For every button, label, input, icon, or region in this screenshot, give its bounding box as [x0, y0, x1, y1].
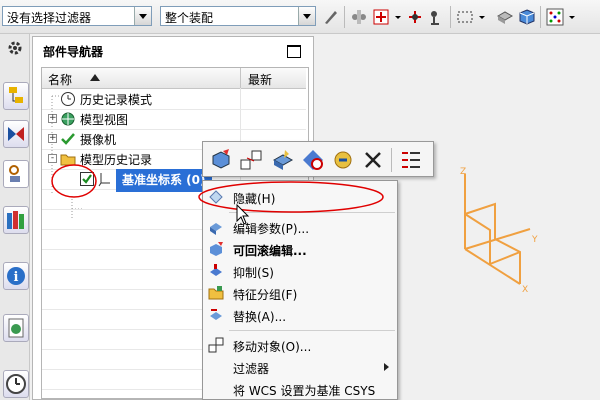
inference-icon[interactable]: [428, 8, 446, 26]
expand-toggle[interactable]: +: [48, 114, 57, 123]
edit-params-icon[interactable]: [271, 148, 295, 172]
toolbar-separator: [391, 148, 392, 172]
rollback-edit-icon: [210, 242, 223, 256]
menu-item-label: 特征分组(F): [233, 288, 298, 302]
main-toolbar: 没有选择过滤器 整个装配: [0, 0, 600, 34]
clock-icon: [61, 92, 75, 106]
tree-row-label: 摄像机: [80, 133, 117, 147]
selection-filter-value: 没有选择过滤器: [7, 11, 92, 25]
info-tab[interactable]: i: [3, 262, 29, 290]
delete-icon[interactable]: [361, 148, 385, 172]
chevron-down-icon[interactable]: [134, 7, 151, 25]
constraint-navigator-icon: [8, 127, 24, 141]
information-list-icon[interactable]: [399, 148, 423, 172]
suppress-icon: [210, 264, 222, 276]
toolbar-separator: [344, 6, 345, 28]
expand-toggle[interactable]: +: [48, 134, 57, 143]
menu-item-suppress[interactable]: 抑制(S): [203, 260, 397, 282]
assembly-scope-value: 整个装配: [165, 11, 214, 25]
assembly-navigator-tab[interactable]: [3, 82, 29, 110]
datum-csys-icon: [98, 173, 110, 187]
red-point-icon[interactable]: [406, 8, 424, 26]
chevron-down-icon[interactable]: [394, 8, 402, 26]
menu-item-set-wcs[interactable]: 将 WCS 设置为基准 CSYS: [203, 378, 397, 400]
snap-grid-icon[interactable]: [546, 8, 564, 26]
tree-row-label: 模型视图: [80, 113, 129, 127]
edit-with-rollback-icon[interactable]: [209, 148, 233, 172]
menu-item-replace[interactable]: 替换(A)...: [203, 304, 397, 326]
chevron-down-icon[interactable]: [568, 8, 576, 26]
toolbar-separator: [540, 6, 541, 28]
mouse-cursor-icon: [236, 204, 250, 225]
panel-title: 部件导航器: [43, 45, 104, 59]
menu-separator: [229, 330, 395, 331]
info-icon: i: [7, 267, 25, 285]
menu-item-feature-group[interactable]: 特征分组(F): [203, 282, 397, 304]
replace-icon: [210, 309, 222, 320]
maximize-icon[interactable]: [287, 45, 301, 58]
menu-item-label: 将 WCS 设置为基准 CSYS: [233, 384, 376, 398]
chevron-down-icon[interactable]: [478, 8, 486, 26]
resource-bar: i: [0, 34, 30, 400]
radial-mini-toolbar: [202, 141, 434, 177]
history-tab[interactable]: [3, 370, 29, 398]
suppress-icon[interactable]: [301, 148, 325, 172]
annotation-ellipse: [198, 181, 384, 213]
assembly-navigator-icon: [9, 87, 23, 103]
cube-icon[interactable]: [518, 8, 536, 26]
annotation-circle: [51, 164, 97, 198]
menu-item-label: 抑制(S): [233, 266, 274, 280]
tree-row-label: 历史记录模式: [80, 93, 153, 107]
move-object-icon[interactable]: [239, 148, 263, 172]
pencil-icon[interactable]: [322, 8, 340, 26]
toolbar-separator: [450, 6, 451, 28]
snap-point-icon[interactable]: [350, 8, 368, 26]
assembly-scope-dropdown[interactable]: 整个装配: [160, 6, 316, 26]
menu-item-filter[interactable]: 过滤器: [203, 356, 397, 378]
edit-params-icon: [210, 223, 222, 235]
menu-item-label: 可回滚编辑...: [233, 244, 307, 258]
menu-item-edit-parameters[interactable]: 编辑参数(P)...: [203, 216, 397, 238]
menu-item-label: 替换(A)...: [233, 310, 287, 324]
tree-row[interactable]: + 模型视图: [42, 109, 306, 130]
rectangle-select-icon[interactable]: [456, 8, 474, 26]
x-axis-label: X: [522, 285, 528, 294]
menu-item-rollback-edit[interactable]: 可回滚编辑...: [203, 238, 397, 260]
books-icon: [7, 211, 24, 229]
globe-document-icon: [8, 318, 24, 338]
svg-text:i: i: [14, 270, 19, 285]
submenu-arrow-icon: [384, 363, 389, 371]
selection-filter-dropdown[interactable]: 没有选择过滤器: [2, 6, 152, 26]
z-axis-label: Z: [460, 167, 466, 177]
menu-item-move-object[interactable]: 移动对象(O)...: [203, 334, 397, 356]
datum-csys-graphic: Z Y X: [460, 167, 538, 294]
menu-item-label: 过滤器: [233, 362, 270, 376]
tree-row[interactable]: 历史记录模式: [42, 89, 306, 110]
constraint-navigator-tab[interactable]: [3, 120, 29, 148]
feature-group-icon: [208, 286, 224, 300]
chevron-down-icon[interactable]: [298, 7, 315, 25]
web-browser-tab[interactable]: [3, 314, 29, 342]
y-axis-label: Y: [531, 235, 538, 245]
shaded-part-icon[interactable]: [496, 8, 514, 26]
part-navigator-tab[interactable]: [3, 160, 29, 188]
menu-item-label: 移动对象(O)...: [233, 340, 312, 354]
clock-icon: [6, 374, 26, 394]
gear-icon[interactable]: [7, 40, 23, 56]
gear-suppress-icon[interactable]: [331, 148, 355, 172]
move-object-icon: [208, 337, 224, 353]
camera-check-icon: [61, 133, 75, 145]
reuse-library-tab[interactable]: [3, 206, 29, 234]
part-navigator-icon: [9, 165, 20, 182]
point-constructor-icon[interactable]: [372, 8, 390, 26]
model-view-icon: [61, 112, 75, 126]
